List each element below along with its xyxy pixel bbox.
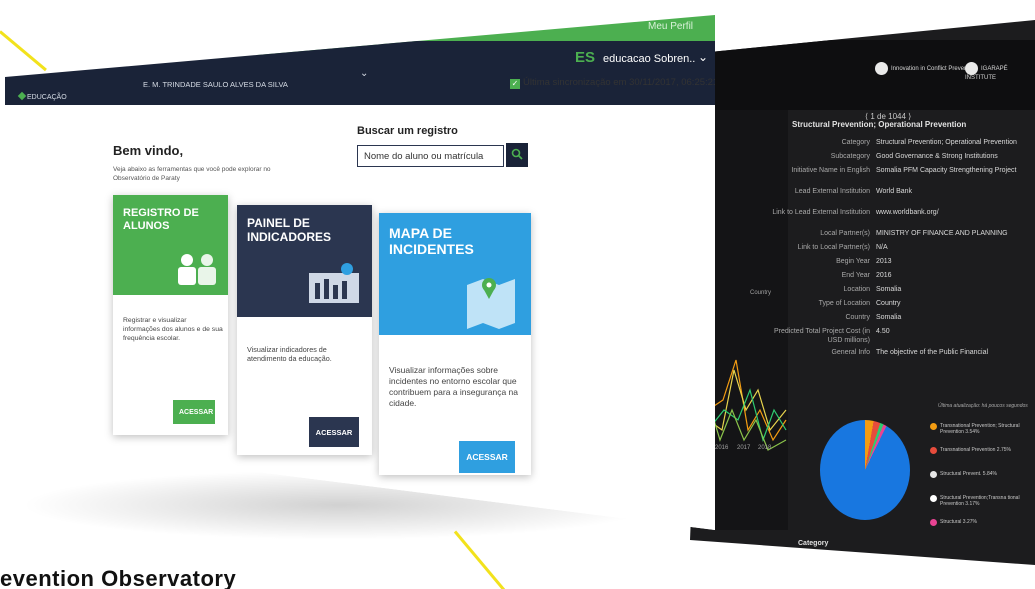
record-title: Structural Prevention; Operational Preve… — [792, 120, 967, 129]
welcome-subtitle: Veja abaixo as ferramentas que você pode… — [113, 166, 271, 182]
card-title: MAPA DE INCIDENTES — [389, 225, 474, 258]
field-value: 4.50 — [876, 328, 890, 335]
legend-swatch — [930, 495, 937, 502]
school-selector[interactable]: E. M. TRINDADE SAULO ALVES DA SILVA — [143, 80, 288, 89]
legend-item: Transnational Prevention; Structural Pre… — [930, 423, 1030, 435]
acessar-button-registro[interactable]: ACESSAR — [173, 400, 215, 424]
profile-link[interactable]: Meu Perfil — [648, 21, 693, 32]
dark-dashboard-screen: Innovation in Conflict Prevention IGARAP… — [690, 20, 1035, 565]
card-title: PAINEL DE INDICADORES — [247, 216, 332, 244]
brand-igarape: IGARAPÉ INSTITUTE — [965, 62, 1035, 82]
legend-text: Structural Prevention;Transna tional Pre… — [940, 495, 1020, 507]
field-value: MINISTRY OF FINANCE AND PLANNING — [876, 230, 1008, 237]
category-pie-chart — [820, 420, 910, 520]
field-label: Link to Lead External Institution — [772, 209, 870, 216]
legend-swatch — [930, 519, 937, 526]
field-value: Structural Prevention; Operational Preve… — [876, 139, 1017, 146]
field-value: Good Governance & Strong Institutions — [876, 153, 998, 160]
category-heading: Category — [798, 540, 829, 547]
chart-series-line — [707, 388, 787, 443]
decorative-line-top — [0, 30, 47, 72]
card-description: Visualizar informações sobre incidentes … — [389, 365, 518, 409]
field-label: Initiative Name in English — [791, 167, 870, 174]
card-description: Registrar e visualizar informações dos a… — [123, 317, 223, 342]
acessar-button-mapa[interactable]: ACESSAR — [459, 441, 515, 473]
field-value: 2013 — [876, 258, 892, 265]
user-name: educacao Sobren.. — [603, 53, 696, 65]
field-value: Somalia — [876, 314, 902, 321]
field-label: Location — [843, 286, 870, 293]
dashboard-icon — [309, 263, 359, 303]
igarape-logo-icon — [965, 62, 978, 75]
search-icon — [511, 148, 523, 160]
card-painel-indicadores: PAINEL DE INDICADORES Visualizar indicad… — [237, 205, 372, 455]
legend-text: Transnational Prevention 2.75% — [940, 447, 1011, 453]
brand-innovation: Innovation in Conflict Prevention — [875, 62, 977, 75]
legend-text: Transnational Prevention; Structural Pre… — [940, 423, 1020, 435]
icp-logo-icon — [875, 62, 888, 75]
year-tick-2: 2017 — [737, 445, 751, 451]
card-title: REGISTRO DE ALUNOS — [123, 207, 199, 232]
legend-swatch — [930, 471, 937, 478]
legend-item: Structural 3.27% — [930, 519, 1030, 526]
field-value: Country — [876, 300, 901, 307]
field-label: Country — [845, 314, 870, 321]
legend-text: Structural Prevent. 5.84% — [940, 471, 997, 477]
field-label: Subcategory — [830, 153, 870, 160]
field-label: Link to Local Partner(s) — [797, 244, 870, 251]
year-tick-1: 2016 — [715, 445, 729, 451]
field-value: www.worldbank.org/ — [876, 209, 939, 216]
card-registro-alunos: REGISTRO DE ALUNOS Registrar e visualiza… — [113, 195, 228, 435]
sync-status: ✓ Última sincronização em 30/11/2017, 06:… — [510, 77, 715, 89]
students-icon — [178, 254, 216, 285]
legend-item: Structural Prevention;Transna tional Pre… — [930, 495, 1030, 507]
update-note: Última atualização: há poucos segundos — [938, 403, 1028, 409]
card-description: Visualizar indicadores de atendimento da… — [247, 345, 332, 364]
legend-swatch — [930, 447, 937, 454]
field-value: World Bank — [876, 188, 913, 195]
user-menu[interactable]: ES educacao Sobren.. ⌄ — [563, 42, 715, 72]
chevron-down-icon[interactable]: ⌄ — [360, 68, 368, 79]
map-icon — [467, 278, 515, 329]
nav-education[interactable]: EDUCAÇÃO — [17, 91, 67, 101]
legend-item: Structural Prevent. 5.84% — [930, 471, 1030, 478]
acessar-button-painel[interactable]: ACESSAR — [309, 417, 359, 447]
promo-stage: Innovation in Conflict Prevention IGARAP… — [0, 0, 1035, 589]
field-value: Somalia — [876, 286, 902, 293]
field-label: Begin Year — [836, 258, 870, 265]
field-label: Type of Location — [818, 300, 870, 307]
field-value: The objective of the Public Financial — [876, 349, 989, 356]
leaf-icon — [17, 91, 27, 101]
field-label: Predicted Total Project Cost (in USD mil… — [774, 328, 870, 344]
axis-label-country: Country — [750, 290, 772, 296]
legend-item: Transnational Prevention 2.75% — [930, 447, 1030, 454]
field-value: 2016 — [876, 272, 892, 279]
check-icon: ✓ — [510, 79, 520, 89]
card-mapa-incidentes: MAPA DE INCIDENTES Visualizar informaçõe… — [379, 213, 531, 475]
sync-text: Última sincronização em 30/11/2017, 06:2… — [523, 77, 715, 88]
legend-text: Structural 3.27% — [940, 519, 977, 525]
field-label: End Year — [841, 272, 870, 279]
legend-swatch — [930, 423, 937, 430]
field-label: Local Partner(s) — [820, 230, 870, 237]
caption-text: evention Observatory — [0, 566, 237, 589]
search-button[interactable] — [506, 143, 528, 167]
nav-education-label: EDUCAÇÃO — [27, 94, 67, 101]
field-label: Category — [841, 139, 870, 146]
field-value: N/A — [876, 244, 888, 251]
search-label: Buscar um registro — [357, 125, 458, 137]
field-label: General Info — [831, 349, 870, 356]
field-label: Lead External Institution — [794, 188, 870, 195]
year-tick-3: 2018 — [758, 445, 772, 451]
chevron-down-icon: ⌄ — [698, 50, 709, 64]
search-input[interactable] — [357, 145, 504, 167]
user-initials: ES — [575, 49, 596, 66]
welcome-title: Bem vindo, — [113, 143, 184, 158]
field-value: Somalia PFM Capacity Strengthening Proje… — [876, 167, 1017, 174]
